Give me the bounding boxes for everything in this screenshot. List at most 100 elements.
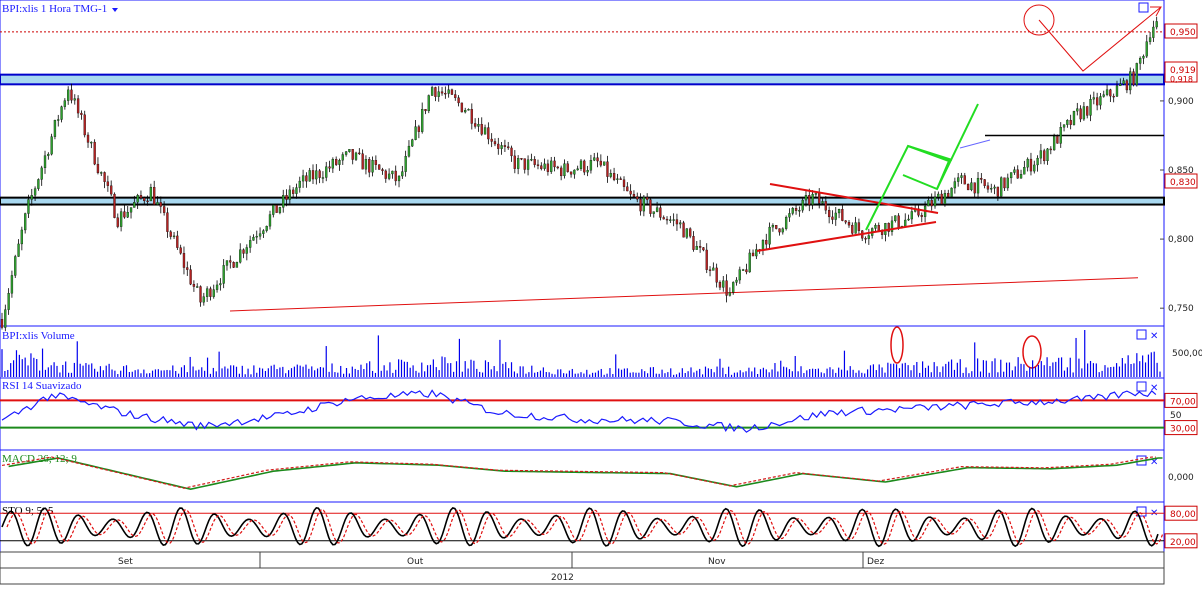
candle-body <box>1009 172 1013 179</box>
candle-body <box>976 177 980 194</box>
candle-body <box>569 171 573 175</box>
candle-body <box>417 126 421 132</box>
candle-body <box>735 279 738 283</box>
rsi-title[interactable]: RSI 14 Suavizado <box>2 380 82 392</box>
candle-body <box>708 269 712 271</box>
candle-body <box>414 126 417 140</box>
volume-title[interactable]: BPI:xlis Volume <box>2 330 75 342</box>
stock-chart[interactable]: 0,9000,8500,8000,750 0,950 0,919 0,918 0… <box>0 0 1202 612</box>
candle-body <box>248 240 252 248</box>
candle-body <box>285 195 288 200</box>
projection-arrow <box>1038 6 1162 72</box>
candle-body <box>639 199 642 212</box>
volume-tick: 500,00 <box>1172 349 1202 359</box>
candle-body <box>235 262 239 268</box>
rsi-panel[interactable] <box>0 377 1165 451</box>
candle-body <box>40 167 43 180</box>
stochastic-level-label: 80,00 <box>1170 510 1196 520</box>
candle-body <box>424 108 427 112</box>
candle-body <box>801 199 804 211</box>
candle-body <box>182 253 186 268</box>
candle-body <box>308 170 311 182</box>
maximize-icon[interactable] <box>1138 2 1149 13</box>
candle-body <box>368 159 371 173</box>
candle-body <box>1138 58 1142 64</box>
price-chart-title[interactable]: BPI:xlis 1 Hora TMG-1 <box>2 3 107 15</box>
title-dropdown-icon[interactable] <box>112 8 118 12</box>
candle-body <box>692 236 695 250</box>
candle-body <box>685 228 689 238</box>
candle-body <box>447 89 450 94</box>
close-icon[interactable]: ✕ <box>1150 331 1158 342</box>
candle-body <box>566 163 569 172</box>
candle-body <box>765 240 768 245</box>
candle-body <box>434 87 437 97</box>
candle-body <box>725 280 728 296</box>
candle-body <box>784 217 788 229</box>
candle-body <box>682 222 685 238</box>
month-axis <box>0 551 1165 569</box>
candle-body <box>1142 55 1145 59</box>
maximize-icon[interactable] <box>1136 329 1147 340</box>
candle-body <box>603 161 606 166</box>
candle-body <box>646 196 649 200</box>
candle-body <box>1066 119 1069 125</box>
candle-body <box>1129 71 1132 91</box>
candle-body <box>1029 158 1033 172</box>
candle-body <box>225 260 229 266</box>
candle-body <box>827 210 831 218</box>
candle-body <box>781 228 784 233</box>
candle-body <box>209 288 212 297</box>
volume-panel[interactable] <box>0 325 1165 379</box>
candle-body <box>847 221 851 226</box>
candle-body <box>401 171 404 177</box>
candle-body <box>212 289 215 297</box>
candle-body <box>1023 167 1026 175</box>
month-label-out: Out <box>407 557 424 567</box>
candle-body <box>288 189 291 200</box>
candle-body <box>282 195 285 208</box>
candle-body <box>606 161 609 177</box>
candle-body <box>576 168 579 171</box>
candle-body <box>1046 148 1049 162</box>
candle-body <box>311 170 315 180</box>
candle-body <box>76 98 80 114</box>
candle-body <box>358 152 361 155</box>
candle-body <box>1119 83 1122 87</box>
candle-body <box>788 213 791 218</box>
candle-body <box>20 229 24 245</box>
candle-body <box>397 175 401 182</box>
candle-body <box>189 269 192 285</box>
candle-body <box>741 269 745 271</box>
candle-body <box>477 124 480 127</box>
candle-body <box>745 269 748 273</box>
candle-body <box>351 149 354 160</box>
candle-body <box>947 193 950 197</box>
candle-body <box>67 89 70 101</box>
candle-body <box>1152 26 1155 38</box>
candle-body <box>877 225 880 231</box>
candle-body <box>930 199 933 207</box>
candle-body <box>632 194 636 197</box>
candle-body <box>497 143 500 149</box>
candle-body <box>1132 71 1135 86</box>
stochastic-level-label: 20,00 <box>1170 538 1196 548</box>
candle-body <box>927 199 930 207</box>
candle-body <box>655 207 659 212</box>
year-label: 2012 <box>551 573 574 583</box>
price-label-support: 0,830 <box>1170 178 1196 188</box>
candle-body <box>510 147 513 157</box>
candle-body <box>93 141 96 165</box>
candle-body <box>149 187 153 202</box>
candle-body <box>1102 94 1105 97</box>
candle-body <box>933 196 937 207</box>
macd-panel[interactable] <box>0 449 1165 503</box>
rsi-level-label: 50 <box>1170 411 1182 421</box>
candle-body <box>192 283 196 287</box>
candle-body <box>874 225 877 229</box>
candle-body <box>292 189 295 194</box>
candle-body <box>732 282 735 293</box>
maximize-icon[interactable] <box>1136 381 1147 392</box>
candle-body <box>328 166 331 169</box>
price-tick: 0,800 <box>1168 235 1194 245</box>
